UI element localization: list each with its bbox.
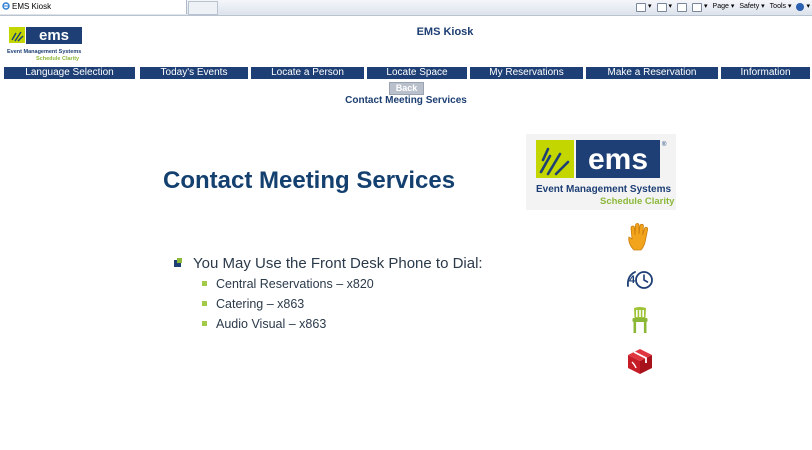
page-menu[interactable]: Page ▾ <box>713 0 735 14</box>
mail-icon <box>677 2 688 12</box>
logo-large-wordmark: ems <box>588 143 648 176</box>
logo-large-name: Event Management Systems <box>536 184 671 195</box>
square-bullet-icon <box>202 281 207 286</box>
help-menu[interactable]: ▾ <box>796 0 810 14</box>
home-button[interactable]: ▾ <box>636 0 652 14</box>
square-bullet-icon <box>174 258 182 267</box>
list-subitem-text: Catering – x863 <box>216 297 305 311</box>
svg-text:®: ® <box>662 141 667 148</box>
tools-menu[interactable]: Tools ▾ <box>770 0 792 14</box>
browser-tab-title: EMS Kiosk <box>12 2 52 11</box>
ie-icon <box>2 1 10 10</box>
feeds-button[interactable]: ▾ <box>656 0 672 14</box>
square-bullet-icon <box>202 301 207 306</box>
nav-my-reservations[interactable]: My Reservations <box>470 67 583 79</box>
hand-icon <box>625 222 655 252</box>
page-subtitle: Contact Meeting Services <box>345 95 467 106</box>
safety-menu[interactable]: Safety ▾ <box>739 0 764 14</box>
clock-icon: 4 <box>625 264 655 294</box>
logo-small-name: Event Management Systems <box>7 49 81 55</box>
command-bar: ▾ ▾ ▾ Page ▾ Safety ▾ Tools ▾ ▾ <box>636 0 810 14</box>
logo-large-tagline: Schedule Clarity <box>600 196 675 207</box>
list-subitem: Catering – x863 <box>174 294 483 314</box>
svg-text:4: 4 <box>629 274 636 286</box>
list-subitem-text: Audio Visual – x863 <box>216 317 327 331</box>
new-tab-button[interactable] <box>188 1 218 15</box>
kiosk-title: EMS Kiosk <box>416 26 474 38</box>
list-item-text: You May Use the Front Desk Phone to Dial… <box>193 255 483 272</box>
list-item: You May Use the Front Desk Phone to Dial… <box>174 254 483 274</box>
main-nav: Language Selection Today's Events Locate… <box>4 67 810 79</box>
logo-small-tagline: Schedule Clarity <box>36 56 80 62</box>
feeds-icon <box>656 2 667 12</box>
nav-language-selection[interactable]: Language Selection <box>4 67 135 79</box>
browser-toolbar: EMS Kiosk ▾ ▾ ▾ Page ▾ Safety ▾ Tools ▾ … <box>0 0 812 16</box>
nav-locate-a-person[interactable]: Locate a Person <box>251 67 364 79</box>
help-icon <box>796 3 805 11</box>
square-bullet-icon <box>202 321 207 326</box>
nav-locate-space[interactable]: Locate Space <box>367 67 467 79</box>
contact-list: You May Use the Front Desk Phone to Dial… <box>174 254 483 334</box>
print-button[interactable]: ▾ <box>692 0 708 14</box>
chair-icon <box>625 305 655 335</box>
list-subitem-text: Central Reservations – x820 <box>216 277 374 291</box>
nav-todays-events[interactable]: Today's Events <box>140 67 248 79</box>
box-icon <box>625 346 655 376</box>
print-icon <box>692 2 703 12</box>
nav-information[interactable]: Information <box>721 67 810 79</box>
nav-make-a-reservation[interactable]: Make a Reservation <box>586 67 718 79</box>
mail-button[interactable] <box>677 0 688 14</box>
list-subitem: Audio Visual – x863 <box>174 314 483 334</box>
ems-logo-large: ems ® Event Management Systems Schedule … <box>526 134 676 210</box>
browser-tab[interactable]: EMS Kiosk <box>0 0 187 14</box>
content-heading: Contact Meeting Services <box>163 167 456 194</box>
list-subitem: Central Reservations – x820 <box>174 274 483 294</box>
back-button[interactable]: Back <box>389 82 424 95</box>
home-icon <box>636 2 646 12</box>
